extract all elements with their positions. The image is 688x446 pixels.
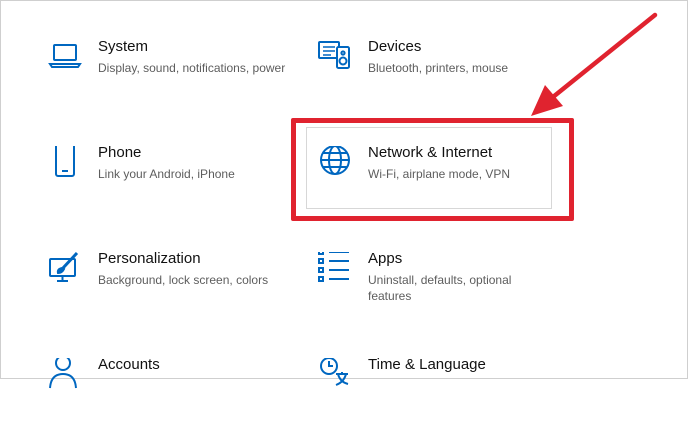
tile-title: Time & Language [368, 356, 486, 373]
tile-title: Apps [368, 250, 403, 267]
annotation-highlight-box [291, 118, 574, 221]
phone-icon [48, 146, 82, 180]
tile-description: Display, sound, notifications, power [98, 61, 286, 75]
settings-tile-phone[interactable]: Phone Link your Android, iPhone [48, 144, 298, 234]
tile-description: Uninstall, defaults, optional features [368, 273, 512, 303]
tile-title: Personalization [98, 250, 201, 267]
apps-icon [318, 252, 352, 286]
settings-tile-apps[interactable]: Apps Uninstall, defaults, optional featu… [318, 250, 568, 340]
settings-tile-personalization[interactable]: Personalization Background, lock screen,… [48, 250, 298, 340]
settings-tile-system[interactable]: System Display, sound, notifications, po… [48, 38, 298, 128]
time-language-icon [318, 358, 352, 392]
tile-title: Phone [98, 144, 142, 161]
settings-tile-devices[interactable]: Devices Bluetooth, printers, mouse [318, 38, 568, 128]
tile-title: Accounts [98, 356, 160, 373]
tile-description: Link your Android, iPhone [98, 167, 235, 181]
tile-description: Background, lock screen, colors [98, 273, 269, 287]
tile-title: System [98, 38, 149, 55]
laptop-icon [48, 40, 82, 74]
tile-description: Bluetooth, printers, mouse [368, 61, 509, 75]
tile-title: Devices [368, 38, 422, 55]
devices-icon [318, 40, 352, 74]
personalization-icon [48, 252, 82, 286]
settings-tile-time-language[interactable]: Time & Language [318, 356, 568, 446]
settings-tile-accounts[interactable]: Accounts [48, 356, 298, 446]
person-icon [48, 358, 82, 392]
